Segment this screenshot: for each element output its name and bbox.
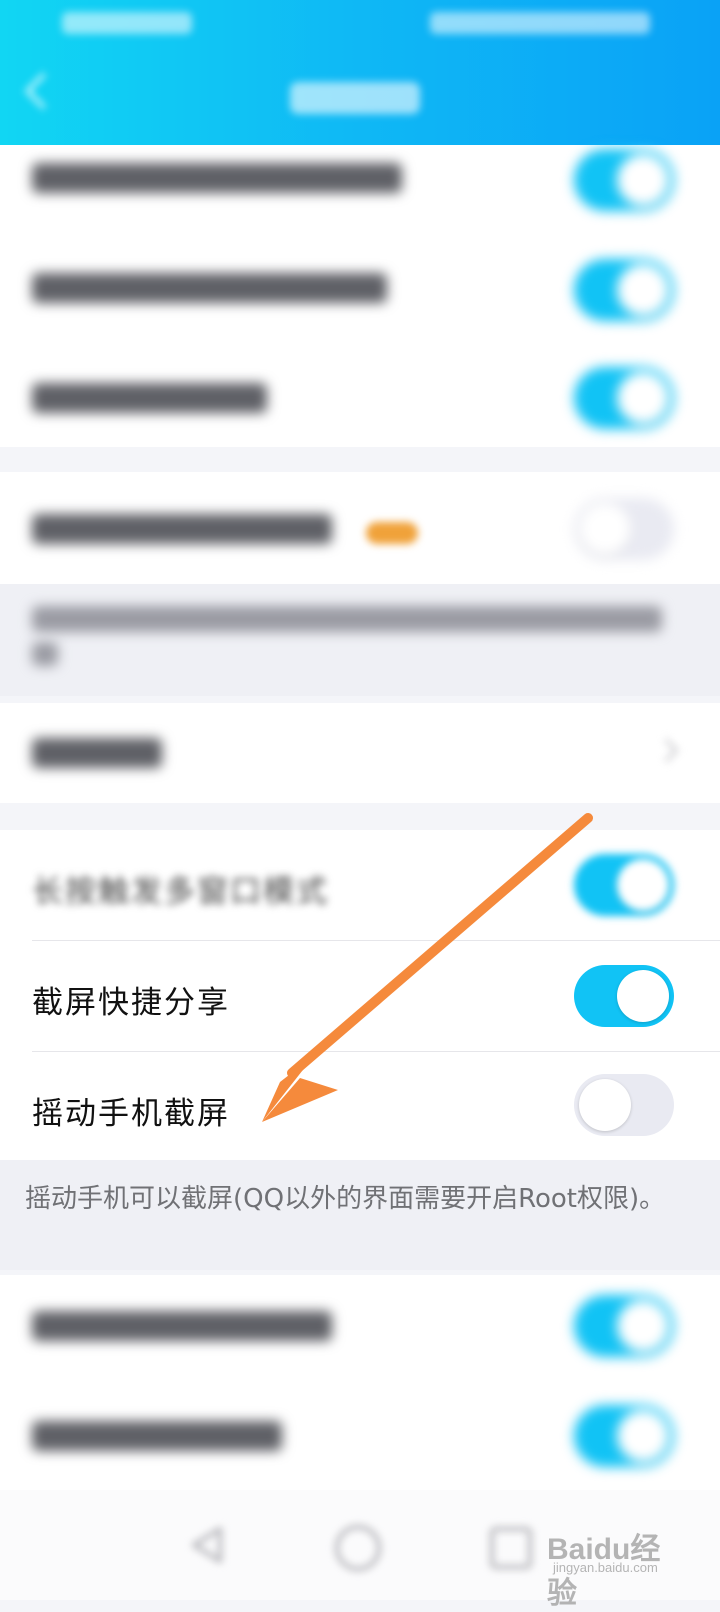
toggle-switch-bottom-2[interactable]	[574, 1405, 674, 1467]
toggle-switch-screenshot-share[interactable]	[574, 965, 674, 1027]
settings-section-5	[0, 1275, 720, 1490]
status-bar-left	[62, 12, 192, 34]
settings-row-1[interactable]	[0, 145, 720, 235]
row-label-blurred	[32, 738, 162, 768]
settings-row-3[interactable]	[0, 363, 720, 453]
toggle-knob	[617, 970, 669, 1022]
settings-note-1	[0, 584, 720, 696]
settings-section-2	[0, 472, 720, 584]
settings-row-bottom-1[interactable]	[0, 1275, 720, 1380]
toggle-switch-shake-screenshot[interactable]	[574, 1074, 674, 1136]
row-label-blurred	[32, 1311, 332, 1341]
settings-section-3	[0, 703, 720, 803]
long-press-multiwindow-label: 长按触发多窗口模式	[32, 874, 329, 910]
toggle-switch-bottom-1[interactable]	[574, 1295, 674, 1357]
toggle-switch-row-3[interactable]	[574, 367, 674, 429]
shake-screenshot-note-box: 摇动手机可以截屏(QQ以外的界面需要开启Root权限)。	[0, 1160, 720, 1270]
settings-row-4[interactable]	[0, 472, 720, 584]
row-label-blurred	[32, 383, 267, 413]
row-label-blurred	[32, 514, 332, 544]
toggle-switch-row-4[interactable]	[574, 498, 674, 560]
screenshot-share-label: 截屏快捷分享	[32, 985, 230, 1021]
settings-row-bottom-2[interactable]	[0, 1385, 720, 1490]
new-badge	[366, 522, 418, 544]
app-header	[0, 0, 720, 145]
note-text-blurred	[32, 606, 662, 632]
settings-row-long-press-multiwindow[interactable]: 长按触发多窗口模式	[0, 830, 720, 940]
toggle-knob	[579, 1079, 631, 1131]
toggle-switch-long-press-multiwindow[interactable]	[574, 854, 674, 916]
shake-screenshot-note: 摇动手机可以截屏(QQ以外的界面需要开启Root权限)。	[25, 1184, 666, 1214]
baidu-watermark: Baidu经验 jingyan.baidu.com	[545, 1516, 685, 1610]
nav-home-icon[interactable]	[335, 1525, 381, 1571]
toggle-switch-row-2[interactable]	[574, 259, 674, 321]
watermark-sub: jingyan.baidu.com	[553, 1560, 658, 1575]
row-label-blurred	[32, 273, 387, 303]
status-bar-right	[430, 12, 650, 34]
nav-recent-icon[interactable]	[490, 1527, 532, 1569]
settings-section-1	[0, 145, 720, 447]
note-text-blurred	[32, 642, 58, 666]
row-label-blurred	[32, 1421, 282, 1451]
settings-row-screenshot-share[interactable]: 截屏快捷分享	[0, 941, 720, 1051]
toggle-switch-row-1[interactable]	[574, 149, 674, 211]
settings-row-shake-screenshot[interactable]: 摇动手机截屏	[0, 1052, 720, 1160]
settings-row-5[interactable]	[0, 703, 720, 803]
shake-screenshot-label: 摇动手机截屏	[32, 1096, 230, 1132]
settings-row-2[interactable]	[0, 255, 720, 345]
page-title	[290, 82, 420, 114]
row-label-blurred	[32, 163, 402, 193]
back-arrow-icon[interactable]	[24, 72, 62, 110]
nav-back-icon[interactable]	[190, 1525, 224, 1565]
settings-section-4: 长按触发多窗口模式 截屏快捷分享 摇动手机截屏	[0, 830, 720, 1160]
